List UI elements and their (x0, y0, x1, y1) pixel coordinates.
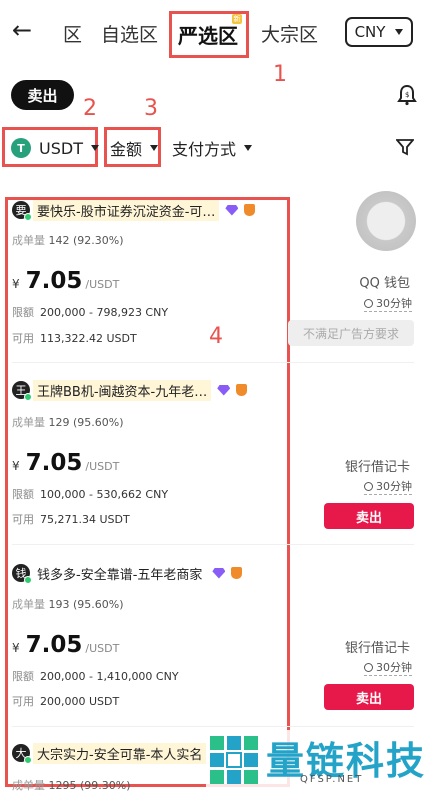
shield-badge-icon (244, 204, 256, 216)
clock-icon (364, 662, 373, 672)
limit-row: 限额 100,000 - 530,662 CNY (12, 488, 169, 501)
bell-icon[interactable]: $ (396, 84, 418, 106)
requirement-not-met-button[interactable]: 不满足广告方要求 (288, 320, 414, 346)
price-unit: /USDT (85, 642, 120, 655)
merchant-name: 要快乐-股市证券沉淀资金-可… (33, 199, 220, 221)
online-dot (24, 393, 32, 401)
order-stats: 成单量 1295 (99.30%) (12, 779, 131, 792)
online-dot (24, 756, 32, 764)
coin-filter[interactable]: T USDT (11, 135, 99, 161)
tab-bulk[interactable]: 大宗区 (261, 20, 318, 47)
merchant-header[interactable]: 大 大宗实力-安全可靠-本人实名 (12, 742, 207, 764)
limit-row: 限额 200,000 - 1,410,000 CNY (12, 670, 179, 683)
currency-symbol: ¥ (12, 277, 20, 291)
watermark-subtext: QFSP.NET (300, 774, 364, 785)
merchant-name: 王牌BB机-闽越资本-九年老… (33, 379, 212, 401)
available-row: 可用 113,322.42 USDT (12, 332, 137, 345)
amount-filter[interactable]: 金额 (110, 135, 159, 161)
annotation-label-4: 4 (209, 324, 223, 349)
shield-badge-icon (231, 567, 243, 579)
sell-mode-pill[interactable]: 卖出 (11, 80, 74, 110)
avatar: 要 (12, 201, 32, 221)
svg-text:$: $ (405, 91, 409, 99)
amount-filter-label: 金额 (110, 140, 143, 159)
chevron-down-icon (395, 29, 404, 35)
currency-select[interactable]: CNY (345, 17, 413, 47)
merchant-header[interactable]: 钱 钱多多-安全靠谱-五年老商家 (12, 562, 243, 584)
price-value: 7.05 (25, 450, 83, 476)
payment-method: 银行借记卡 (344, 460, 410, 475)
payment-method: QQ 钱包 (359, 276, 410, 291)
filter-funnel-icon[interactable] (395, 138, 415, 160)
price: ¥ 7.05 /USDT (12, 632, 119, 658)
available-row: 可用 200,000 USDT (12, 695, 120, 708)
price-value: 7.05 (25, 268, 83, 294)
order-stats: 成单量 193 (95.60%) (12, 598, 124, 611)
pay-time: 30分钟 (364, 478, 412, 495)
back-arrow-icon[interactable]: ← (12, 16, 32, 44)
merchant-name: 大宗实力-安全可靠-本人实名 (33, 742, 207, 764)
coin-filter-label: USDT (39, 138, 83, 158)
qq-wallet-avatar (356, 191, 416, 251)
diamond-badge-icon (217, 384, 231, 396)
chevron-down-icon (90, 145, 99, 151)
online-dot (24, 213, 32, 221)
divider (12, 544, 414, 545)
payment-filter[interactable]: 支付方式 (172, 135, 253, 161)
avatar: 王 (12, 381, 32, 401)
usdt-icon: T (11, 138, 31, 158)
limit-row: 限额 200,000 - 798,923 CNY (12, 306, 169, 319)
annotation-label-1: 1 (273, 62, 287, 87)
currency-symbol: ¥ (12, 459, 20, 473)
chevron-down-icon (150, 145, 159, 151)
clock-icon (364, 481, 373, 491)
shield-badge-icon (236, 384, 248, 396)
avatar: 钱 (12, 564, 32, 584)
order-stats: 成单量 142 (92.30%) (12, 234, 124, 247)
available-row: 可用 75,271.34 USDT (12, 513, 130, 526)
payment-filter-label: 支付方式 (172, 140, 237, 159)
order-stats: 成单量 129 (95.60%) (12, 416, 124, 429)
online-dot (24, 576, 32, 584)
sell-button[interactable]: 卖出 (324, 684, 414, 710)
price-unit: /USDT (85, 278, 120, 291)
annotation-label-2: 2 (83, 96, 97, 121)
payment-method: 银行借记卡 (344, 641, 410, 656)
divider (12, 362, 414, 363)
divider (12, 726, 414, 727)
merchant-header[interactable]: 要 要快乐-股市证券沉淀资金-可… (12, 199, 256, 221)
merchant-header[interactable]: 王 王牌BB机-闽越资本-九年老… (12, 379, 248, 401)
avatar: 大 (12, 744, 32, 764)
price-value: 7.05 (25, 632, 83, 658)
annotation-box-1 (169, 11, 249, 58)
watermark-logo-icon (208, 734, 260, 786)
merchant-name: 钱多多-安全靠谱-五年老商家 (37, 567, 203, 583)
annotation-label-3: 3 (144, 96, 158, 121)
diamond-badge-icon (225, 204, 239, 216)
currency-label: CNY (354, 23, 386, 41)
price: ¥ 7.05 /USDT (12, 268, 119, 294)
chevron-down-icon (244, 145, 253, 151)
pay-time: 30分钟 (364, 659, 412, 676)
tab-favorites[interactable]: 自选区 (101, 20, 158, 47)
currency-symbol: ¥ (12, 641, 20, 655)
price-unit: /USDT (85, 460, 120, 473)
diamond-badge-icon (212, 567, 226, 579)
sell-button[interactable]: 卖出 (324, 503, 414, 529)
pay-time: 30分钟 (364, 295, 412, 312)
tab-zone[interactable]: 区 (63, 20, 82, 47)
price: ¥ 7.05 /USDT (12, 450, 119, 476)
clock-icon (364, 298, 373, 308)
